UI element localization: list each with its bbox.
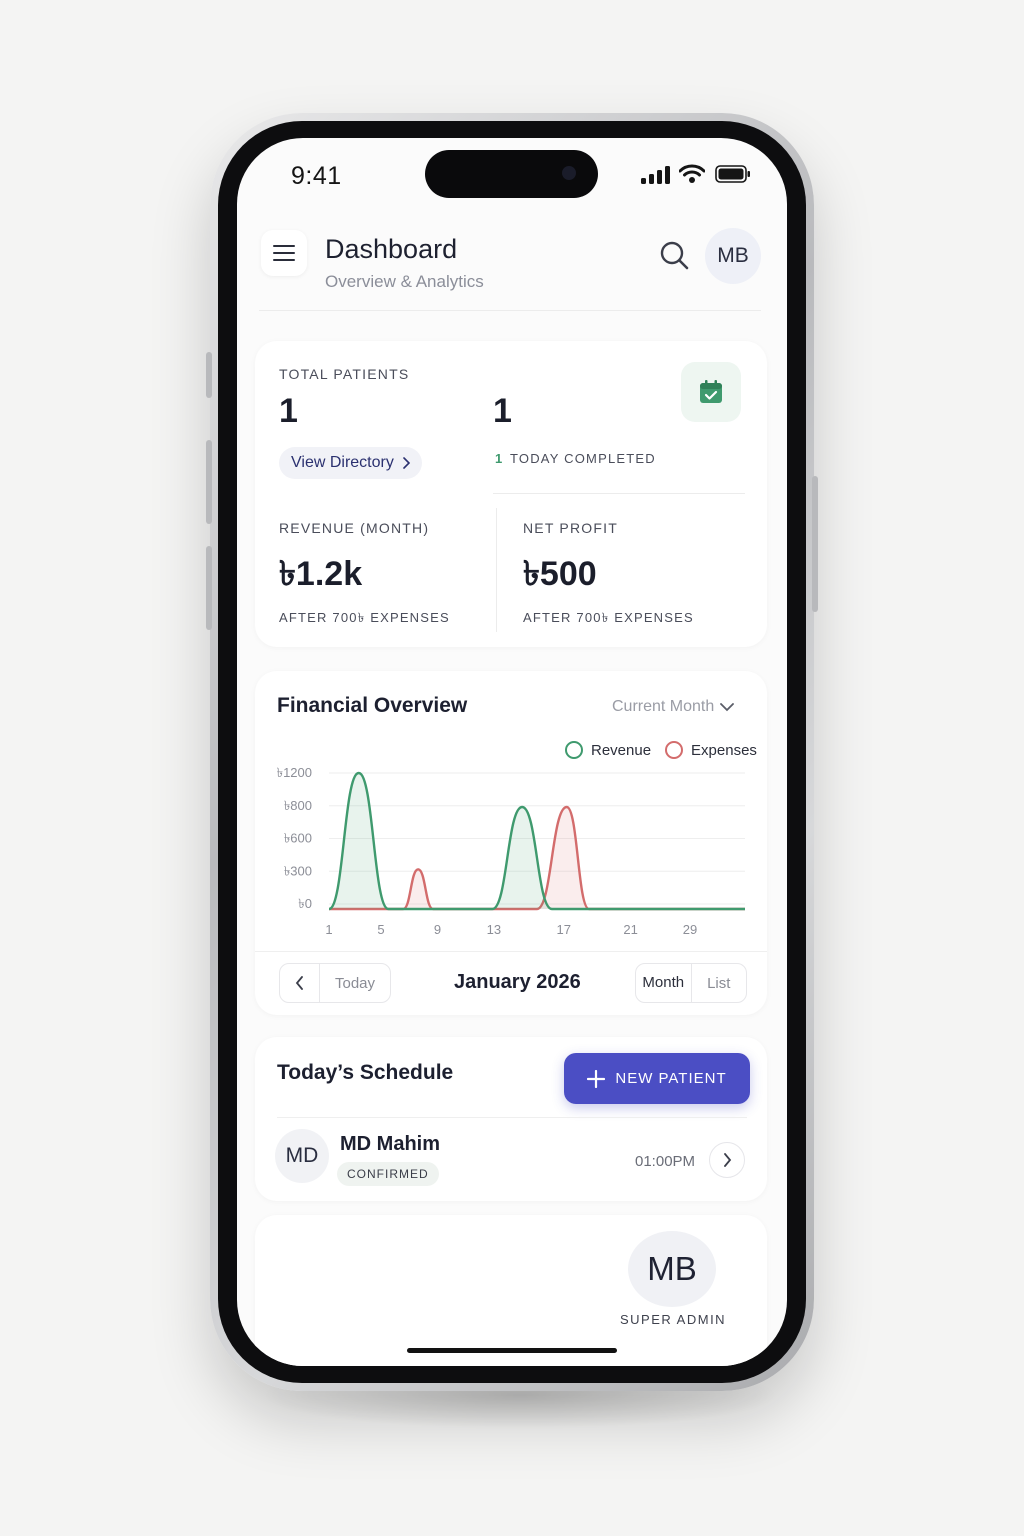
menu-button[interactable] bbox=[261, 230, 307, 276]
today-completed-label: TODAY COMPLETED bbox=[510, 451, 656, 466]
x-tick-label: 21 bbox=[623, 922, 637, 937]
net-profit-value: ৳500 bbox=[523, 555, 597, 593]
calendar-nav-group: Today bbox=[279, 963, 391, 1003]
x-tick-label: 29 bbox=[683, 922, 697, 937]
mute-switch bbox=[206, 352, 212, 398]
chevron-right-icon bbox=[403, 457, 410, 469]
appointment-time: 01:00PM bbox=[635, 1153, 696, 1170]
y-tick-label: ৳800 bbox=[284, 798, 312, 813]
net-profit-note: AFTER 700৳ EXPENSES bbox=[523, 610, 694, 625]
view-list-button[interactable]: List bbox=[692, 975, 747, 992]
y-tick-label: ৳1200 bbox=[277, 765, 312, 780]
screen: 9:41 Dashboard Overview & Analytics MB T… bbox=[237, 138, 787, 1366]
view-directory-link[interactable]: View Directory bbox=[279, 447, 422, 479]
camera-icon bbox=[562, 166, 576, 180]
revenue-label: REVENUE (MONTH) bbox=[279, 520, 430, 536]
legend-expenses-marker bbox=[665, 741, 684, 759]
appointment-open-button[interactable] bbox=[709, 1142, 745, 1178]
x-tick-label: 9 bbox=[434, 922, 441, 937]
schedule-title: Today’s Schedule bbox=[277, 1061, 454, 1084]
legend-revenue-marker bbox=[565, 741, 583, 759]
stats-divider-vertical bbox=[496, 508, 497, 632]
new-patient-label: NEW PATIENT bbox=[615, 1070, 727, 1087]
page-title: Dashboard bbox=[325, 234, 458, 264]
period-select-value: Current Month bbox=[612, 698, 715, 715]
stats-divider-horizontal bbox=[493, 493, 745, 494]
home-indicator[interactable] bbox=[407, 1348, 617, 1353]
today-button[interactable]: Today bbox=[320, 975, 390, 992]
power-button bbox=[812, 476, 818, 612]
status-time: 9:41 bbox=[291, 162, 342, 190]
x-tick-label: 5 bbox=[377, 922, 384, 937]
prev-month-button[interactable] bbox=[280, 964, 320, 1002]
volume-down-button bbox=[206, 546, 212, 630]
new-patient-button[interactable]: NEW PATIENT bbox=[564, 1053, 750, 1104]
status-badge: CONFIRMED bbox=[337, 1162, 439, 1186]
x-tick-label: 1 bbox=[325, 922, 332, 937]
total-patients-value: 1 bbox=[279, 392, 298, 430]
view-toggle: Month List bbox=[635, 963, 747, 1003]
patient-name[interactable]: MD Mahim bbox=[340, 1133, 440, 1156]
user-avatar[interactable]: MB bbox=[705, 228, 761, 284]
month-label: January 2026 bbox=[454, 971, 581, 993]
period-select[interactable]: Current Month bbox=[612, 698, 735, 716]
x-tick-label: 13 bbox=[487, 922, 501, 937]
patient-avatar: MD bbox=[275, 1129, 329, 1183]
revenue-value: ৳1.2k bbox=[279, 555, 363, 593]
header-divider bbox=[259, 310, 761, 311]
legend-revenue-label: Revenue bbox=[591, 741, 652, 759]
view-directory-label: View Directory bbox=[291, 454, 394, 471]
y-tick-label: ৳600 bbox=[284, 831, 312, 846]
wifi-icon bbox=[679, 164, 705, 183]
page-subtitle: Overview & Analytics bbox=[325, 272, 484, 291]
today-completed-count: 1 bbox=[495, 451, 503, 466]
battery-icon bbox=[715, 165, 750, 183]
today-value: 1 bbox=[493, 392, 512, 430]
total-patients-label: TOTAL PATIENTS bbox=[279, 366, 410, 382]
calendar-badge[interactable] bbox=[681, 362, 741, 422]
schedule-divider bbox=[277, 1117, 747, 1118]
chevron-right-icon bbox=[723, 1153, 731, 1167]
net-profit-label: NET PROFIT bbox=[523, 520, 618, 536]
cellular-signal-icon bbox=[641, 166, 670, 184]
x-tick-label: 17 bbox=[557, 922, 571, 937]
chevron-down-icon bbox=[720, 702, 735, 711]
volume-up-button bbox=[206, 440, 212, 524]
calendar-check-icon bbox=[700, 380, 722, 403]
hamburger-icon bbox=[273, 245, 295, 261]
legend-expenses-label: Expenses bbox=[691, 741, 757, 759]
y-tick-label: ৳300 bbox=[284, 863, 312, 878]
view-month-button[interactable]: Month bbox=[636, 964, 692, 1002]
series-area-revenue bbox=[329, 773, 745, 909]
financial-chart: ৳1200 ৳800 ৳600 ৳300 ৳0 1 5 9 13 17 21 29 bbox=[277, 765, 745, 937]
y-tick-label: ৳0 bbox=[298, 896, 312, 911]
plus-icon bbox=[587, 1069, 606, 1088]
admin-avatar[interactable]: MB bbox=[628, 1231, 716, 1307]
chart-divider bbox=[255, 951, 767, 952]
revenue-note: AFTER 700৳ EXPENSES bbox=[279, 610, 450, 625]
admin-role: SUPER ADMIN bbox=[620, 1312, 727, 1327]
financial-overview-title: Financial Overview bbox=[277, 694, 468, 717]
chart-legend: Revenue Expenses bbox=[565, 741, 757, 759]
chevron-left-icon bbox=[295, 976, 303, 990]
search-icon[interactable] bbox=[659, 240, 689, 270]
